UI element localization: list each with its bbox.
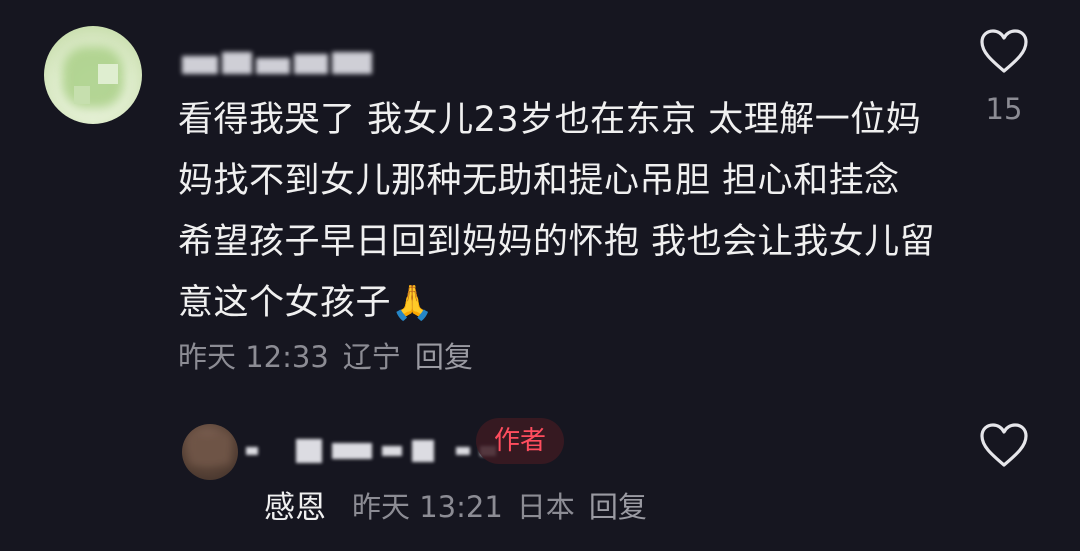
commenter-avatar[interactable] — [44, 26, 142, 124]
reply-username-redacted[interactable] — [246, 438, 496, 464]
like-count: 15 — [985, 92, 1023, 126]
reply-author-avatar[interactable] — [182, 424, 238, 480]
commenter-username-redacted[interactable] — [182, 44, 372, 74]
reply-location: 日本 — [516, 490, 575, 524]
comment-time: 昨天 12:33 — [178, 340, 329, 374]
comment-meta: 昨天 12:33 辽宁 回复 — [178, 334, 473, 376]
comment-location: 辽宁 — [342, 340, 401, 374]
author-badge: 作者 — [476, 418, 565, 464]
reply-time: 昨天 13:21 — [352, 490, 503, 524]
heart-outline-icon[interactable] — [979, 422, 1029, 468]
avatar-mosaic — [98, 64, 118, 84]
comment-like[interactable]: 15 — [974, 28, 1034, 126]
reply-reply-button[interactable]: 回复 — [589, 484, 647, 526]
comment-body: 看得我哭了 我女儿23岁也在东京 太理解一位妈妈找不到女儿那种无助和提心吊胆 担… — [178, 90, 938, 334]
reply-like[interactable] — [974, 422, 1034, 468]
reply-meta: 昨天 13:21 日本 回复 — [352, 484, 647, 526]
reply-button[interactable]: 回复 — [415, 334, 473, 376]
comment-text: 看得我哭了 我女儿23岁也在东京 太理解一位妈妈找不到女儿那种无助和提心吊胆 担… — [178, 100, 936, 323]
avatar-mosaic — [74, 86, 90, 104]
heart-outline-icon[interactable] — [979, 28, 1029, 74]
reply-text: 感恩 — [264, 490, 326, 526]
praying-hands-emoji: 🙏 — [391, 283, 434, 323]
